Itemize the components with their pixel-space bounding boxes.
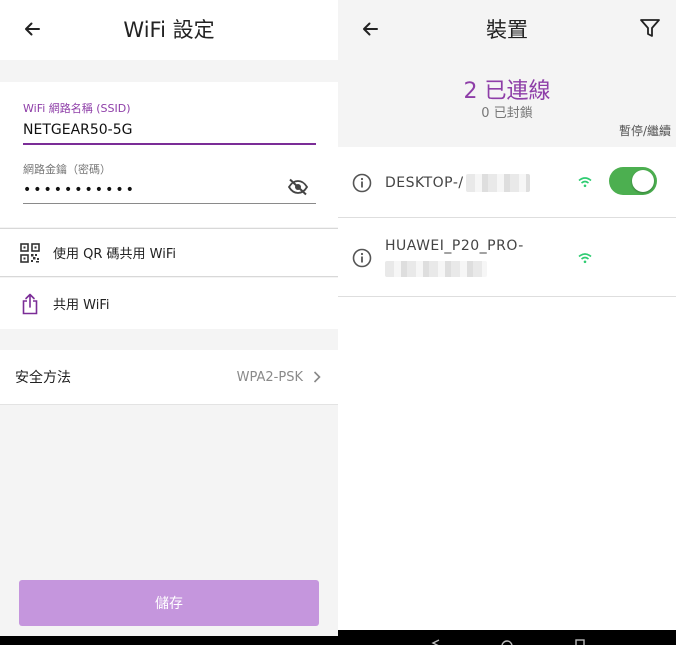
share-wifi-row[interactable]: 共用 WiFi — [0, 278, 338, 329]
password-input[interactable]: ••••••••••• — [23, 182, 136, 198]
security-method-label: 安全方法 — [15, 370, 71, 386]
system-nav-bar — [0, 636, 338, 645]
blocked-count: 0 已封鎖 — [481, 106, 533, 121]
nav-back-icon[interactable] — [431, 639, 441, 645]
wifi-signal-icon — [578, 177, 592, 188]
qr-share-label: 使用 QR 碼共用 WiFi — [53, 247, 176, 262]
filter-icon — [640, 19, 660, 37]
devices-header: 裝置 2 已連線 0 已封鎖 暫停/繼續 — [338, 0, 676, 147]
page-title: 裝置 — [486, 18, 528, 42]
ssid-underline — [23, 143, 316, 145]
visibility-off-icon — [287, 178, 309, 196]
device-name-text: DESKTOP-/ — [385, 175, 464, 191]
block-toggle[interactable] — [609, 167, 657, 195]
password-visibility-toggle[interactable] — [285, 176, 311, 198]
devices-screen: 裝置 2 已連線 0 已封鎖 暫停/繼續 DESKTOP-/ HUAWEI_P2… — [338, 0, 676, 645]
share-icon — [19, 293, 41, 315]
device-row[interactable]: DESKTOP-/ — [338, 148, 676, 218]
share-wifi-label: 共用 WiFi — [53, 298, 110, 313]
wifi-signal-icon — [578, 253, 592, 264]
connected-count: 2 已連線 — [463, 79, 551, 104]
password-label: 網路金鑰（密碼） — [23, 163, 111, 176]
page-title: WiFi 設定 — [123, 18, 215, 42]
info-icon[interactable] — [352, 173, 372, 193]
info-icon[interactable] — [352, 248, 372, 268]
nav-home-icon[interactable] — [501, 639, 513, 645]
nav-recents-icon[interactable] — [575, 639, 585, 645]
device-name: DESKTOP-/ — [385, 174, 530, 192]
device-name: HUAWEI_P20_PRO- — [385, 238, 524, 254]
security-method-row[interactable]: 安全方法 WPA2-PSK — [0, 350, 338, 405]
toggle-knob — [632, 170, 654, 192]
redacted-text — [465, 174, 530, 192]
chevron-right-icon — [313, 371, 321, 383]
redacted-text — [385, 261, 487, 277]
wifi-settings-screen: WiFi 設定 WiFi 網路名稱 (SSID) NETGEAR50-5G 網路… — [0, 0, 338, 645]
password-underline — [23, 203, 316, 204]
qr-share-row[interactable]: 使用 QR 碼共用 WiFi — [0, 228, 338, 277]
filter-button[interactable] — [636, 14, 664, 42]
pause-resume-label: 暫停/繼續 — [618, 124, 671, 138]
ssid-label: WiFi 網路名稱 (SSID) — [23, 102, 131, 115]
credentials-card: WiFi 網路名稱 (SSID) NETGEAR50-5G 網路金鑰（密碼） •… — [0, 82, 338, 227]
qr-code-icon — [19, 242, 41, 264]
security-method-value: WPA2-PSK — [236, 369, 303, 385]
save-button[interactable]: 儲存 — [19, 580, 319, 626]
system-nav-bar — [338, 630, 676, 645]
device-row[interactable]: HUAWEI_P20_PRO- — [338, 219, 676, 297]
app-bar: WiFi 設定 — [0, 0, 338, 60]
ssid-input[interactable]: NETGEAR50-5G — [23, 122, 133, 138]
